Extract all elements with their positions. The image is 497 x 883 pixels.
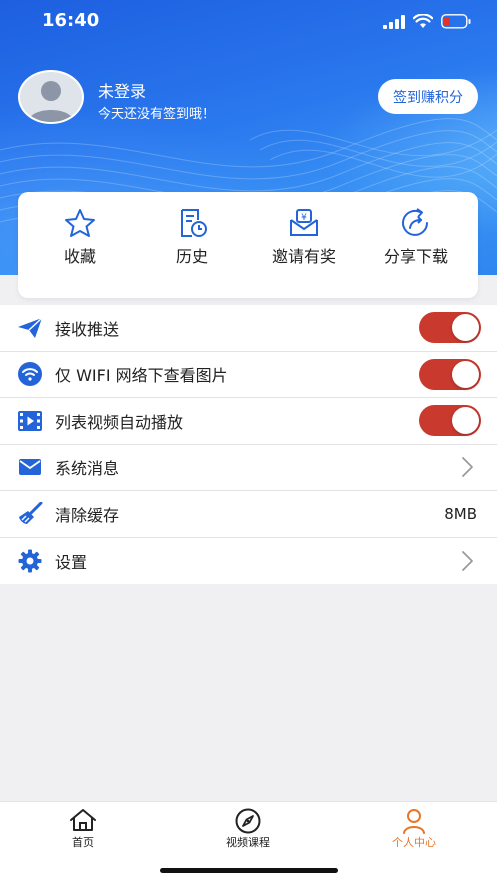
avatar-circle: [18, 70, 84, 124]
compass-icon: [235, 808, 261, 834]
row-settings[interactable]: 设置: [0, 538, 497, 585]
toggle-knob: [452, 407, 479, 435]
settings-list: 接收推送 仅 WIFI 网络下查看图片 列表视频自动播放 系统消息 清除缓存 8…: [0, 305, 497, 584]
home-icon: [70, 809, 96, 831]
quick-action-invite[interactable]: ¥ 邀请有奖: [249, 208, 359, 267]
row-label: 系统消息: [55, 459, 120, 479]
paper-plane-icon: [17, 315, 43, 341]
row-clear-cache[interactable]: 清除缓存 8MB: [0, 491, 497, 538]
cache-size: 8MB: [444, 504, 477, 523]
broom-icon: [17, 501, 43, 527]
wifi-images-toggle[interactable]: [419, 358, 481, 390]
checkin-hint: 今天还没有签到哦！: [98, 107, 216, 122]
person-icon: [403, 809, 425, 834]
chevron-right-icon: [462, 457, 473, 478]
row-label: 设置: [55, 552, 88, 572]
quick-action-label: 历史: [175, 247, 208, 266]
toggle-knob: [452, 360, 479, 388]
signal-icon: [383, 14, 405, 29]
row-label: 接收推送: [55, 319, 120, 339]
quick-action-label: 分享下载: [383, 247, 448, 266]
tab-label: 视频课程: [226, 836, 270, 849]
row-video-autoplay: 列表视频自动播放: [0, 398, 497, 445]
quick-action-favorites[interactable]: 收藏: [25, 208, 135, 267]
row-system-messages[interactable]: 系统消息: [0, 445, 497, 491]
video-autoplay-toggle[interactable]: [419, 405, 481, 437]
star-icon: [65, 209, 95, 237]
quick-action-label: 收藏: [63, 247, 96, 266]
toggle-knob: [452, 314, 479, 342]
tab-video-courses[interactable]: 视频课程: [188, 808, 308, 850]
battery-icon: [441, 14, 471, 29]
tab-label: 首页: [72, 836, 94, 849]
mail-icon: [17, 454, 43, 480]
default-avatar-icon: [28, 81, 74, 122]
chevron-right-icon: [462, 550, 473, 571]
tab-profile[interactable]: 个人中心: [354, 808, 474, 850]
quick-action-share[interactable]: 分享下载: [361, 208, 471, 267]
row-label: 仅 WIFI 网络下查看图片: [55, 366, 228, 386]
home-indicator: [160, 868, 338, 873]
quick-action-history[interactable]: 历史: [137, 208, 247, 267]
row-label: 列表视频自动播放: [55, 412, 184, 432]
quick-actions-card: 收藏 历史 ¥ 邀请有奖 分享下载: [18, 192, 478, 298]
wifi-icon: [17, 361, 43, 387]
status-bar: 16:40: [0, 0, 497, 44]
status-time: 16:40: [42, 10, 100, 31]
svg-text:¥: ¥: [301, 213, 307, 223]
wifi-status-icon: [413, 14, 433, 28]
quick-action-label: 邀请有奖: [271, 247, 336, 266]
history-icon: [181, 209, 207, 237]
push-toggle[interactable]: [419, 312, 481, 344]
video-icon: [17, 408, 43, 434]
avatar[interactable]: [18, 70, 86, 124]
tab-label: 个人中心: [392, 836, 436, 849]
row-label: 清除缓存: [55, 505, 120, 525]
share-icon: [402, 208, 428, 236]
row-wifi-images: 仅 WIFI 网络下查看图片: [0, 352, 497, 398]
gear-icon: [17, 548, 43, 574]
tab-home[interactable]: 首页: [23, 808, 143, 850]
checkin-button[interactable]: 签到赚积分: [378, 79, 478, 114]
invite-reward-icon: ¥: [290, 209, 318, 236]
status-icons: [383, 14, 471, 29]
user-name[interactable]: 未登录: [98, 78, 146, 102]
row-push-notifications: 接收推送: [0, 305, 497, 352]
